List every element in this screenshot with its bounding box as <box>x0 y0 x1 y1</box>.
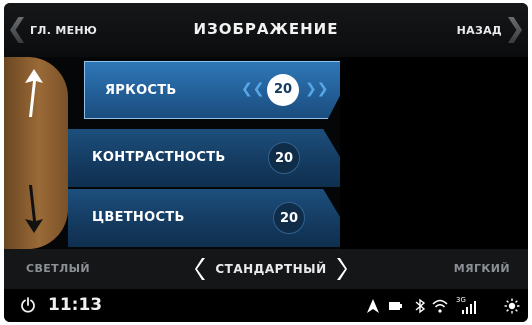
settings-list: ЯРКОСТЬ ❮❮ 20 ❯❯ КОНТРАСТНОСТЬ 20 ЦВЕТНО… <box>68 57 358 249</box>
mode-prev-icon[interactable] <box>195 258 207 280</box>
setting-row-color[interactable]: ЦВЕТНОСТЬ 20 <box>68 189 358 247</box>
mode-current: СТАНДАРТНЫЙ <box>215 262 327 276</box>
setting-value: 20 <box>268 142 300 174</box>
setting-value: 20 <box>267 74 299 106</box>
setting-value: 20 <box>273 202 305 234</box>
clock: 11:13 <box>48 295 103 315</box>
mode-bar: СВЕТЛЫЙ СТАНДАРТНЫЙ МЯГКИЙ <box>4 249 528 289</box>
mode-next-icon[interactable] <box>335 258 347 280</box>
wifi-icon <box>432 299 448 313</box>
image-preview <box>340 57 528 249</box>
battery-icon <box>389 302 402 310</box>
forward-arrow-icon <box>508 17 522 43</box>
page-title: ИЗОБРАЖЕНИЕ <box>193 20 339 38</box>
scroll-up-arrow-icon[interactable] <box>24 69 44 119</box>
setting-label: ЯРКОСТЬ <box>105 83 177 98</box>
mode-option-bright[interactable]: СВЕТЛЫЙ <box>26 262 90 275</box>
mode-selector: СТАНДАРТНЫЙ <box>186 256 356 282</box>
setting-label: КОНТРАСТНОСТЬ <box>92 150 226 165</box>
screen: ГЛ. МЕНЮ ИЗОБРАЖЕНИЕ НАЗАД ЯРКОСТЬ ❮❮ 20… <box>0 0 532 325</box>
navigation-icon <box>367 299 379 313</box>
mode-option-soft[interactable]: МЯГКИЙ <box>454 262 510 275</box>
setting-label: ЦВЕТНОСТЬ <box>92 210 185 225</box>
back-label: НАЗАД <box>456 23 502 37</box>
brightness-icon[interactable] <box>504 298 520 314</box>
setting-row-contrast[interactable]: КОНТРАСТНОСТЬ 20 <box>68 129 358 187</box>
signal-icon: 3G <box>456 296 476 314</box>
back-button[interactable]: НАЗАД <box>457 17 522 43</box>
power-icon[interactable] <box>20 297 36 313</box>
decrease-chevron-icon[interactable]: ❮❮ <box>241 81 264 97</box>
scroll-strip <box>4 57 68 249</box>
display-frame: ГЛ. МЕНЮ ИЗОБРАЖЕНИЕ НАЗАД ЯРКОСТЬ ❮❮ 20… <box>4 3 528 322</box>
status-bar: 11:13 3G <box>4 289 528 322</box>
header-bar: ГЛ. МЕНЮ ИЗОБРАЖЕНИЕ НАЗАД <box>4 3 528 57</box>
increase-chevron-icon[interactable]: ❯❯ <box>305 81 328 97</box>
setting-row-brightness[interactable]: ЯРКОСТЬ ❮❮ 20 ❯❯ <box>84 61 358 119</box>
scroll-down-arrow-icon[interactable] <box>24 183 44 233</box>
bluetooth-icon <box>415 298 426 314</box>
